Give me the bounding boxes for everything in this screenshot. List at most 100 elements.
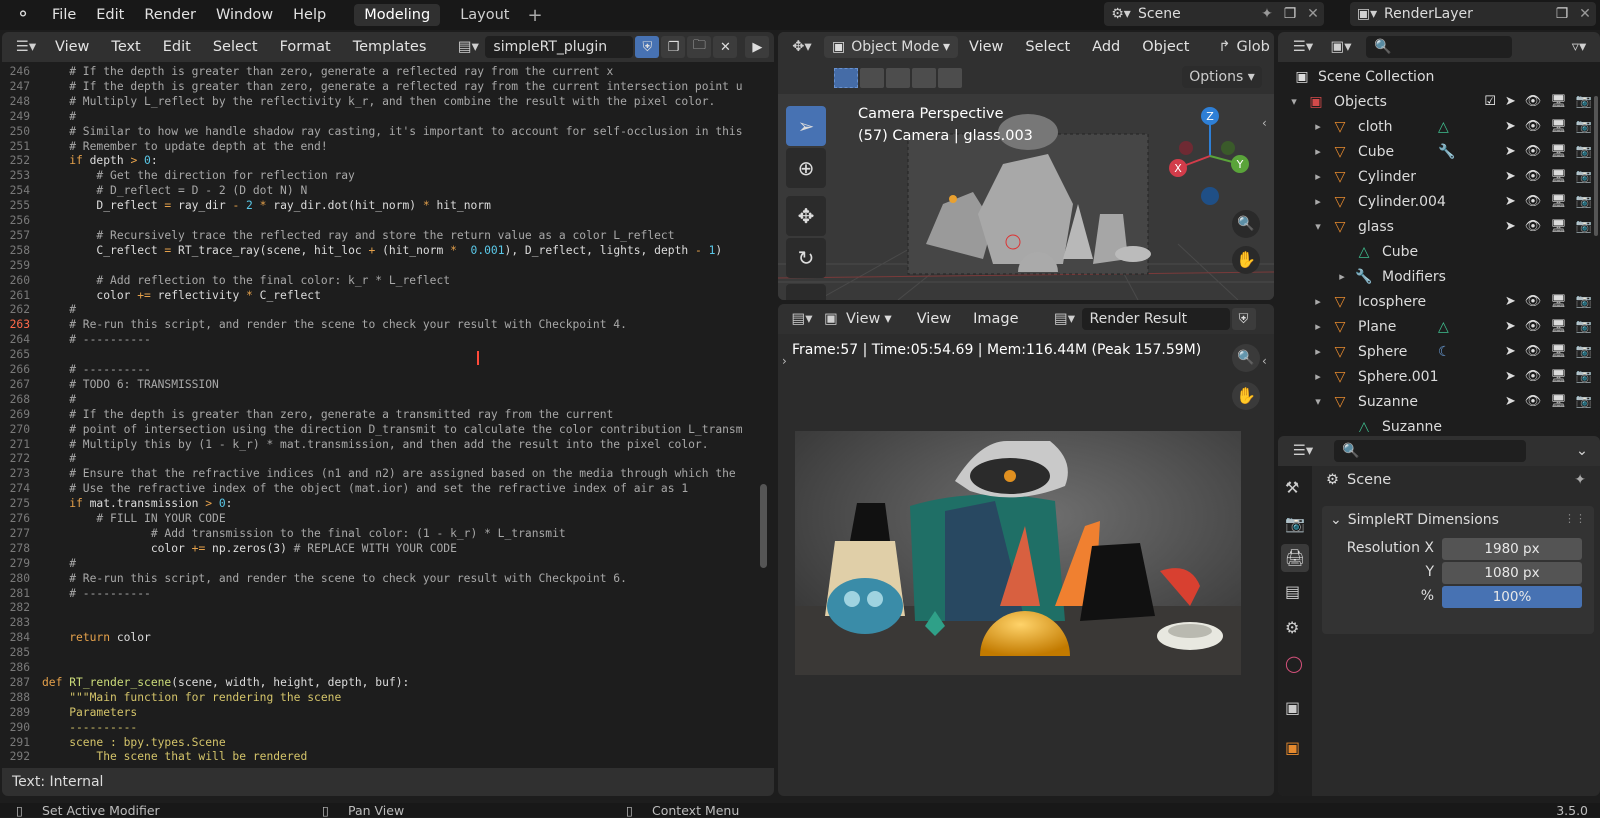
disclosure-triangle-icon[interactable]: ▸ xyxy=(1308,320,1328,333)
outliner-item[interactable]: ▸ ▽ Cylinder ➤ 👁 🖥 📷 xyxy=(1278,164,1600,189)
editor-type-icon[interactable]: ☰▾ xyxy=(1284,39,1322,55)
menu-add[interactable]: Add xyxy=(1081,39,1131,55)
new-text-icon[interactable]: ❐ xyxy=(661,36,686,58)
code-line[interactable]: # Re-run this script, and render the sce… xyxy=(42,572,627,587)
select-invert-icon[interactable] xyxy=(912,68,936,88)
outliner-item[interactable]: ▸ ▽ Icosphere ➤ 👁 🖥 📷 xyxy=(1278,289,1600,314)
code-line[interactable]: # xyxy=(42,303,76,318)
rotate-tool-icon[interactable]: ↻ xyxy=(786,238,826,278)
menu-help[interactable]: Help xyxy=(283,7,336,23)
code-line[interactable]: scene : bpy.types.Scene xyxy=(42,736,225,751)
view-mode-dropdown[interactable]: View xyxy=(842,311,884,327)
menu-view[interactable]: View xyxy=(44,39,100,55)
code-line[interactable]: # xyxy=(42,452,76,467)
selectable-arrow-icon[interactable]: ➤ xyxy=(1505,119,1516,134)
selectable-arrow-icon[interactable]: ➤ xyxy=(1505,219,1516,234)
tab-modeling[interactable]: Modeling xyxy=(354,4,441,26)
panel-header[interactable]: ⌄ SimpleRT Dimensions xyxy=(1330,512,1499,528)
selectable-arrow-icon[interactable]: ➤ xyxy=(1505,94,1516,109)
camera-icon[interactable]: 📷 xyxy=(1576,119,1592,134)
sidebar-toggle-icon[interactable]: ‹ xyxy=(1262,354,1267,368)
open-text-icon[interactable]: 🗀 xyxy=(687,36,712,58)
pin-icon[interactable]: ✦ xyxy=(1256,6,1278,22)
fake-user-shield-icon[interactable]: ⛨ xyxy=(1231,308,1256,330)
editor-type-icon[interactable]: ☰▾ xyxy=(8,39,44,55)
new-view-layer-icon[interactable]: ❐ xyxy=(1550,6,1574,22)
image-browse-icon[interactable]: ▤▾ xyxy=(1048,311,1082,327)
options-dropdown[interactable]: Options ▾ xyxy=(1182,66,1262,88)
code-area[interactable]: 246 # If the depth is greater than zero,… xyxy=(2,62,742,768)
zoom-icon[interactable]: 🔍 xyxy=(1232,344,1260,372)
scene-selector[interactable]: ⚙▾ Scene ✦ ❐ ✕ xyxy=(1104,2,1324,26)
eye-icon[interactable]: 👁 xyxy=(1525,344,1542,359)
outliner-item[interactable]: ▸ ▽ Plane △ ➤ 👁 🖥 📷 xyxy=(1278,314,1600,339)
material-icon[interactable]: ☾ xyxy=(1438,344,1451,360)
camera-icon[interactable]: 📷 xyxy=(1576,144,1592,159)
outliner-item[interactable]: ▸ ▽ Cylinder.004 ➤ 👁 🖥 📷 xyxy=(1278,189,1600,214)
monitor-icon[interactable]: 🖥 xyxy=(1550,344,1567,359)
selectable-arrow-icon[interactable]: ➤ xyxy=(1505,394,1516,409)
code-line[interactable]: def RT_render_scene(scene, width, height… xyxy=(42,676,409,691)
selectable-arrow-icon[interactable]: ➤ xyxy=(1505,194,1516,209)
code-line[interactable]: ---------- xyxy=(42,721,137,736)
new-scene-icon[interactable]: ❐ xyxy=(1278,6,1302,22)
scene-name[interactable]: Scene xyxy=(1138,6,1256,22)
menu-view[interactable]: View xyxy=(906,311,962,327)
pin-icon[interactable]: ✦ xyxy=(1574,472,1586,488)
object-tab-icon[interactable]: ▣ xyxy=(1285,738,1300,757)
disclosure-triangle-icon[interactable]: ▸ xyxy=(1308,170,1328,183)
outliner-item[interactable]: △ Cube xyxy=(1278,239,1600,264)
view-layer-selector[interactable]: ▣▾ RenderLayer ❐ ✕ xyxy=(1350,2,1596,26)
exclude-checkbox[interactable]: ☑ xyxy=(1484,94,1496,109)
toolbar-toggle-icon[interactable]: › xyxy=(782,354,787,368)
output-tab-icon[interactable]: 🖨 xyxy=(1281,544,1309,572)
scene-tab-icon[interactable]: ⚙ xyxy=(1285,618,1299,637)
menu-select[interactable]: Select xyxy=(202,39,269,55)
code-line[interactable]: # If the depth is greater than zero, gen… xyxy=(42,408,613,423)
camera-icon[interactable]: 📷 xyxy=(1576,344,1592,359)
zoom-icon[interactable]: 🔍 xyxy=(1232,210,1260,238)
menu-edit[interactable]: Edit xyxy=(152,39,202,55)
view-mode-icon[interactable]: ▣ xyxy=(820,311,842,327)
disclosure-triangle-icon[interactable]: ▾ xyxy=(1308,220,1328,233)
monitor-icon[interactable]: 🖥 xyxy=(1550,94,1567,109)
menu-render[interactable]: Render xyxy=(134,7,206,23)
code-line[interactable]: The scene that will be rendered xyxy=(42,750,307,765)
eye-icon[interactable]: 👁 xyxy=(1525,194,1542,209)
display-mode-icon[interactable]: ▣▾ xyxy=(1322,39,1360,55)
camera-icon[interactable]: 📷 xyxy=(1576,294,1592,309)
code-line[interactable]: # ---------- xyxy=(42,363,151,378)
menu-file[interactable]: File xyxy=(42,7,86,23)
eye-icon[interactable]: 👁 xyxy=(1525,169,1542,184)
menu-text[interactable]: Text xyxy=(100,39,151,55)
code-line[interactable]: return color xyxy=(42,631,151,646)
tool-tab-icon[interactable]: ⚒ xyxy=(1285,478,1299,497)
code-line[interactable]: # TODO 6: TRANSMISSION xyxy=(42,378,219,393)
code-line[interactable]: """Main function for rendering the scene xyxy=(42,691,341,706)
eye-icon[interactable]: 👁 xyxy=(1525,319,1542,334)
sidebar-toggle-icon[interactable]: ‹ xyxy=(1262,116,1267,130)
code-line[interactable]: C_reflect = RT_trace_ray(scene, hit_loc … xyxy=(42,244,722,259)
navigation-gizmo[interactable]: Z X Y xyxy=(1164,104,1256,214)
drag-handle-icon[interactable]: ⋮⋮ xyxy=(1564,512,1586,525)
image-name-field[interactable]: Render Result xyxy=(1081,308,1230,330)
outliner-item[interactable]: ▸ ▽ Sphere.001 ➤ 👁 🖥 📷 xyxy=(1278,364,1600,389)
menu-select[interactable]: Select xyxy=(1014,39,1081,55)
camera-icon[interactable]: 📷 xyxy=(1576,169,1592,184)
chevron-down-icon[interactable]: ⌄ xyxy=(1572,443,1592,459)
code-line[interactable]: color += reflectivity * C_reflect xyxy=(42,289,320,304)
monitor-icon[interactable]: 🖥 xyxy=(1550,319,1567,334)
monitor-icon[interactable]: 🖥 xyxy=(1550,144,1567,159)
add-workspace-icon[interactable]: + xyxy=(527,5,542,26)
code-line[interactable]: # Use the refractive index of the object… xyxy=(42,482,688,497)
code-line[interactable]: # Similar to how we handle shadow ray ca… xyxy=(42,125,742,140)
run-script-icon[interactable]: ▶ xyxy=(745,36,770,58)
code-line[interactable]: # Ensure that the refractive indices (n1… xyxy=(42,467,742,482)
code-line[interactable]: # Add transmission to the final color: (… xyxy=(42,527,566,542)
transform-orientation-icon[interactable]: ↱ xyxy=(1212,39,1236,55)
camera-icon[interactable]: 📷 xyxy=(1576,394,1592,409)
camera-icon[interactable]: 📷 xyxy=(1576,319,1592,334)
monitor-icon[interactable]: 🖥 xyxy=(1550,169,1567,184)
code-line[interactable]: # ---------- xyxy=(42,587,151,602)
select-subtract-icon[interactable] xyxy=(886,68,910,88)
